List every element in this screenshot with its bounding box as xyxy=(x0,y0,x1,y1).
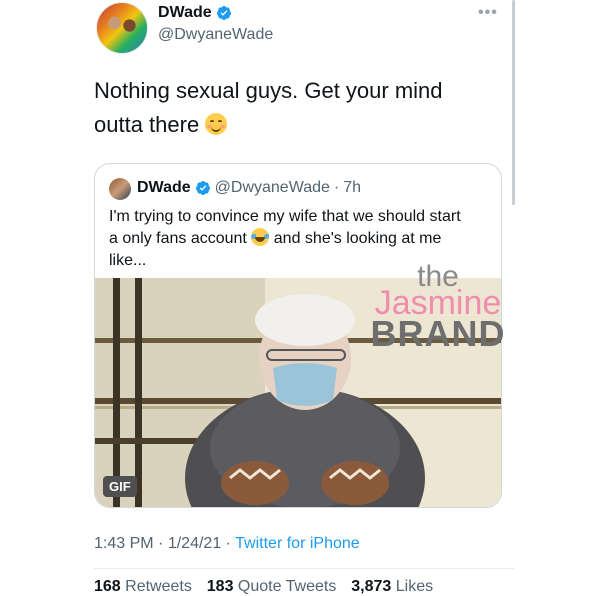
quote-tweets-count: 183 xyxy=(206,578,234,595)
verified-badge-icon xyxy=(216,6,231,20)
tweet-date[interactable]: 1/24/21 xyxy=(168,535,221,552)
quoted-author-avatar[interactable] xyxy=(109,178,131,200)
author-handle[interactable]: @DwyaneWade xyxy=(158,26,273,44)
face-with-tears-of-joy-icon xyxy=(251,228,270,246)
quoted-timestamp[interactable]: 7h xyxy=(343,179,361,197)
author-display-name[interactable]: DWade xyxy=(158,4,212,22)
verified-badge-icon xyxy=(195,181,210,195)
quoted-handle: @DwyaneWade xyxy=(214,179,330,196)
divider xyxy=(94,568,514,569)
quoted-display-name[interactable]: DWade xyxy=(137,179,191,197)
gif-badge: GIF xyxy=(103,476,137,497)
watermark-line3: BRAND xyxy=(370,313,506,354)
tweet-source-link[interactable]: Twitter for iPhone xyxy=(235,535,360,552)
tweet-time[interactable]: 1:43 PM xyxy=(94,535,154,552)
tweet-text-line2: outta there xyxy=(94,112,200,137)
watermark-logo: the Jasmine BRAND xyxy=(368,262,508,352)
tweet-text-line2-row: outta there xyxy=(94,108,494,142)
tweet-text: Nothing sexual guys. Get your mind outta… xyxy=(94,74,494,142)
quoted-text-line2a: a only fans account xyxy=(109,230,247,247)
likes-count: 3,873 xyxy=(351,578,392,595)
quoted-author-row: DWade @DwyaneWade · 7h xyxy=(137,179,361,197)
scrollbar[interactable] xyxy=(512,0,515,205)
quoted-text-line2-row: a only fans account and she's looking at… xyxy=(109,228,489,250)
tweet-metadata: 1:43 PM · 1/24/21 · Twitter for iPhone xyxy=(94,535,360,553)
quoted-text-line1: I'm trying to convince my wife that we s… xyxy=(109,208,461,225)
likes-label: Likes xyxy=(395,578,434,595)
more-options-icon[interactable]: ••• xyxy=(478,4,498,22)
retweets-count: 168 xyxy=(94,578,121,595)
engagement-stats: 168 Retweets 183 Quote Tweets 3,873 Like… xyxy=(94,578,433,596)
tweet-text-line1: Nothing sexual guys. Get your mind xyxy=(94,78,443,103)
smiling-face-icon xyxy=(205,113,228,135)
author-name-row: DWade xyxy=(158,4,232,22)
retweets-stat[interactable]: 168 Retweets xyxy=(94,578,192,595)
meta-separator: · xyxy=(225,535,231,552)
quoted-separator: · xyxy=(333,179,340,196)
quoted-text-line2b: and she's looking at me xyxy=(273,230,442,247)
meta-separator: · xyxy=(158,535,164,552)
quote-tweets-stat[interactable]: 183 Quote Tweets xyxy=(207,578,337,595)
likes-stat[interactable]: 3,873 Likes xyxy=(351,578,433,595)
author-avatar[interactable] xyxy=(96,2,148,54)
quote-tweets-label: Quote Tweets xyxy=(237,578,337,595)
retweets-label: Retweets xyxy=(125,578,192,595)
